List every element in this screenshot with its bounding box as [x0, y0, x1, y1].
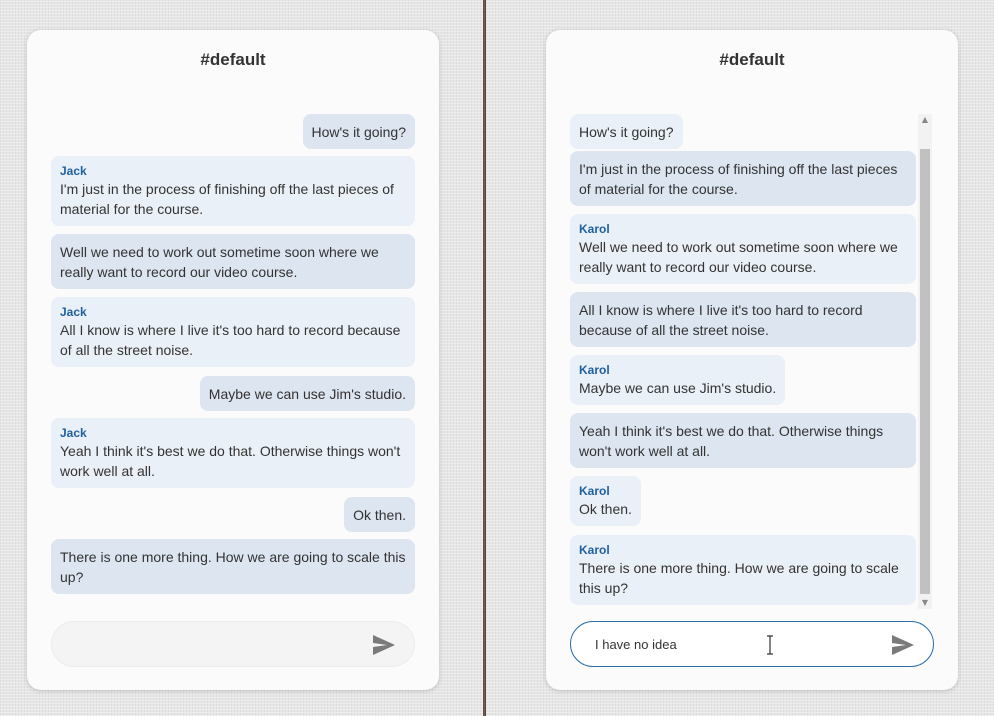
- message-text: There is one more thing. How we are goin…: [579, 560, 899, 596]
- message-bubble: Jack I'm just in the process of finishin…: [51, 156, 415, 226]
- message-bubble: Maybe we can use Jim's studio.: [199, 376, 415, 411]
- message-text: Maybe we can use Jim's studio.: [579, 380, 777, 396]
- message-bubble: Jack All I know is where I live it's too…: [51, 297, 415, 367]
- message-text: How's it going?: [311, 124, 407, 140]
- send-icon[interactable]: [372, 634, 396, 656]
- message-bubble: Karol Well we need to work out sometime …: [570, 214, 916, 284]
- message-sender: Karol: [579, 543, 610, 557]
- message-bubble: Ok then.: [344, 497, 415, 532]
- message-composer[interactable]: [51, 621, 415, 667]
- message-text: I'm just in the process of finishing off…: [579, 161, 898, 197]
- chat-panel-right: #default How's it going? I'm just in the…: [546, 30, 958, 690]
- message-sender: Karol: [579, 484, 610, 498]
- message-text: Well we need to work out sometime soon w…: [579, 239, 898, 275]
- message-composer[interactable]: [570, 621, 934, 667]
- scroll-thumb[interactable]: [920, 149, 930, 594]
- message-list-scrollbar[interactable]: ▲ ▼: [918, 114, 932, 609]
- message-text: Well we need to work out sometime soon w…: [60, 244, 379, 280]
- scroll-down-arrow-icon[interactable]: ▼: [920, 597, 930, 609]
- message-bubble: Karol There is one more thing. How we ar…: [570, 535, 916, 605]
- message-bubble: I'm just in the process of finishing off…: [570, 151, 916, 206]
- message-text: Maybe we can use Jim's studio.: [208, 386, 406, 402]
- window-divider: [483, 0, 486, 716]
- message-text: All I know is where I live it's too hard…: [579, 302, 863, 338]
- message-bubble: Well we need to work out sometime soon w…: [51, 234, 415, 289]
- channel-title: #default: [719, 50, 785, 69]
- message-bubble: There is one more thing. How we are goin…: [51, 539, 415, 594]
- message-text: There is one more thing. How we are goin…: [60, 549, 406, 585]
- message-bubble: Karol Maybe we can use Jim's studio.: [570, 355, 786, 405]
- message-list: How's it going? I'm just in the process …: [570, 114, 918, 609]
- message-input[interactable]: [595, 632, 855, 656]
- message-text: I'm just in the process of finishing off…: [60, 181, 394, 217]
- message-list: How's it going? Jack I'm just in the pro…: [51, 114, 415, 614]
- message-text: Ok then.: [353, 507, 406, 523]
- message-bubble: Karol Ok then.: [570, 476, 641, 526]
- message-text: All I know is where I live it's too hard…: [60, 322, 401, 358]
- message-sender: Jack: [60, 305, 87, 319]
- chat-panel-left: #default How's it going? Jack I'm just i…: [27, 30, 439, 690]
- message-bubble: How's it going?: [570, 114, 683, 149]
- text-cursor-icon: [767, 635, 773, 655]
- scroll-up-arrow-icon[interactable]: ▲: [920, 114, 930, 126]
- message-sender: Jack: [60, 164, 87, 178]
- message-sender: Karol: [579, 363, 610, 377]
- message-sender: Karol: [579, 222, 610, 236]
- message-input[interactable]: [76, 632, 336, 656]
- message-bubble: How's it going?: [302, 114, 415, 149]
- message-text: Ok then.: [579, 501, 632, 517]
- message-text: Yeah I think it's best we do that. Other…: [60, 443, 401, 479]
- send-icon[interactable]: [891, 634, 915, 656]
- message-sender: Jack: [60, 426, 87, 440]
- message-bubble: Jack Yeah I think it's best we do that. …: [51, 418, 415, 488]
- message-bubble: All I know is where I live it's too hard…: [570, 292, 916, 347]
- message-text: How's it going?: [579, 124, 674, 140]
- message-text: Yeah I think it's best we do that. Other…: [579, 423, 884, 459]
- message-bubble: Yeah I think it's best we do that. Other…: [570, 413, 916, 468]
- channel-title: #default: [200, 50, 266, 69]
